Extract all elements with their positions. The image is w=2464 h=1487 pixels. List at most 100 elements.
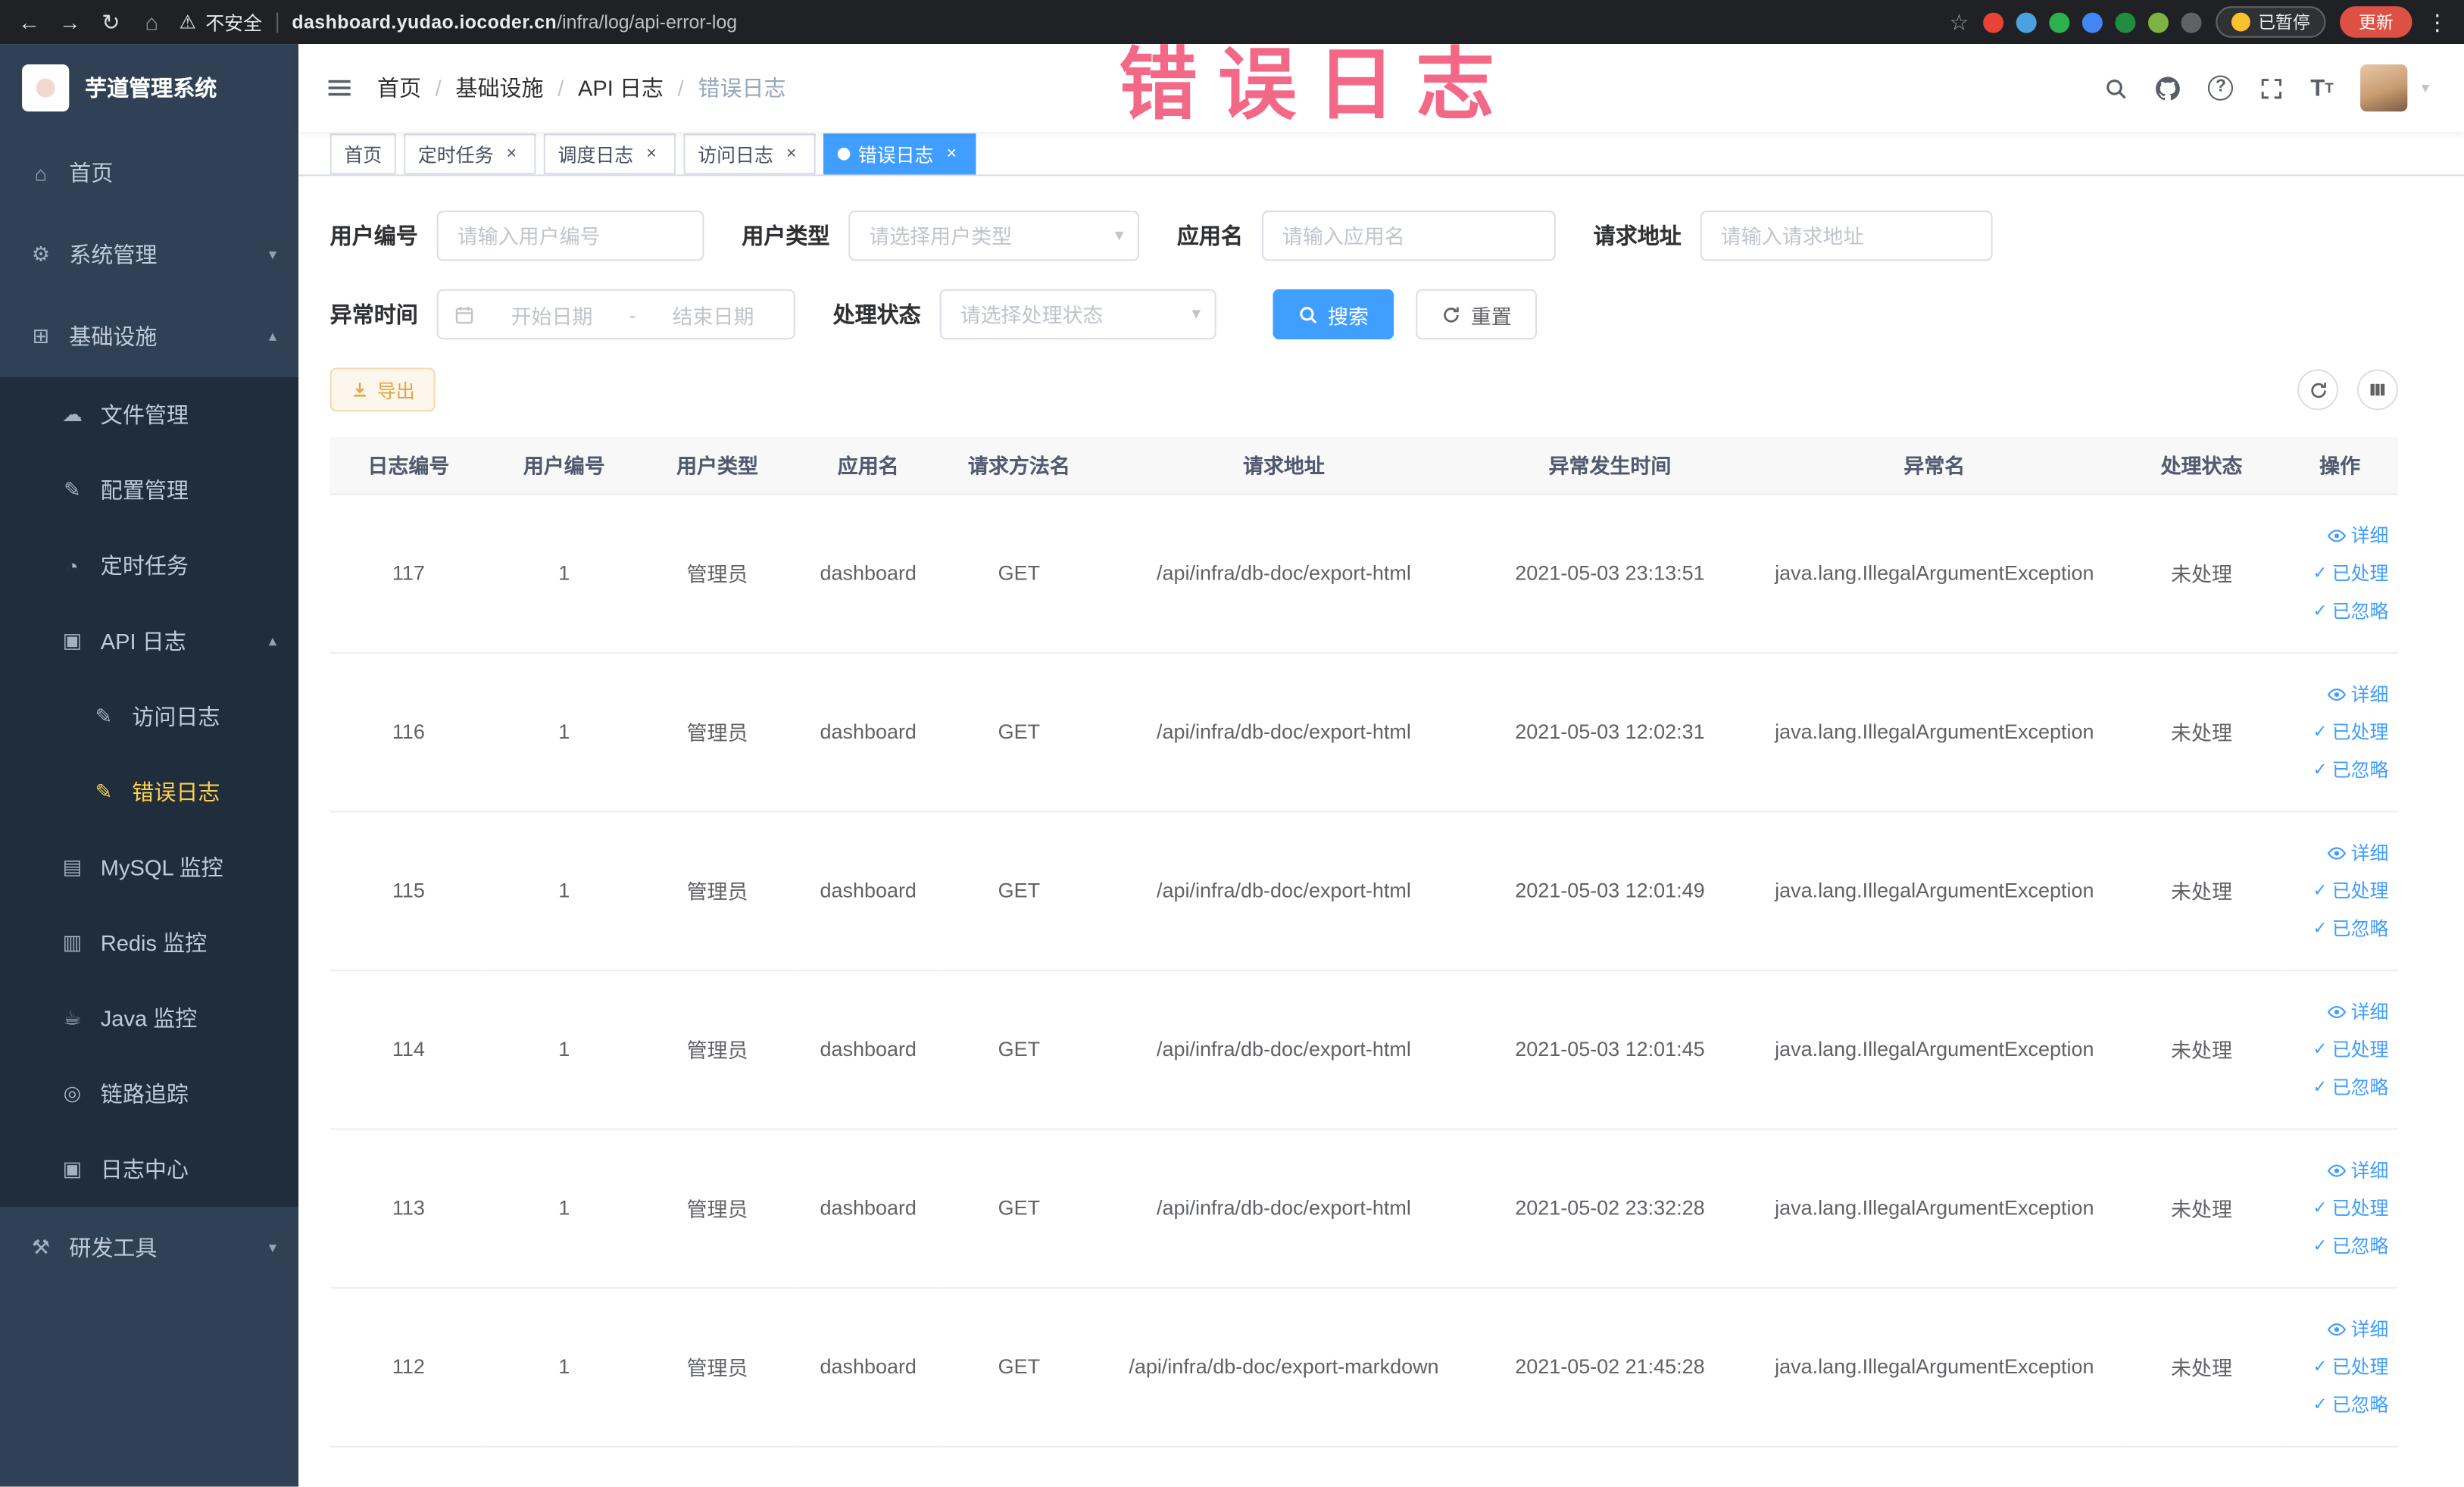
cell-method: GET: [942, 1287, 1096, 1447]
detail-link[interactable]: 详细: [2327, 1315, 2388, 1342]
breadcrumb-item[interactable]: 基础设施: [455, 72, 543, 103]
column-header: 用户类型: [641, 436, 794, 495]
check-icon: ✓: [2313, 1040, 2328, 1060]
tab-scheduled-jobs[interactable]: 定时任务 ×: [404, 133, 536, 175]
filter-app-name: 应用名: [1177, 210, 1556, 261]
calendar-icon: [454, 304, 475, 324]
browser-home-icon[interactable]: ⌂: [139, 9, 165, 34]
extension-icon[interactable]: [2049, 11, 2070, 33]
extension-icon[interactable]: [2181, 11, 2202, 33]
chip-divider: [276, 11, 278, 33]
browser-menu-icon[interactable]: ⋮: [2426, 8, 2448, 35]
hamburger-icon[interactable]: [327, 76, 352, 101]
sidebar-item-config-management[interactable]: ✎ 配置管理: [0, 452, 299, 529]
mark-processed-link[interactable]: ✓ 已处理: [2313, 1036, 2388, 1062]
extension-icon[interactable]: [2148, 11, 2169, 33]
extension-icon[interactable]: [2115, 11, 2136, 33]
tab-home[interactable]: 首页: [329, 133, 396, 175]
sidebar-item-home[interactable]: ⌂ 首页: [0, 132, 298, 214]
cell-log-id: 114: [329, 970, 488, 1129]
mark-processed-link[interactable]: ✓ 已处理: [2313, 718, 2388, 745]
tab-access-log[interactable]: 访问日志 ×: [683, 133, 816, 175]
mark-processed-link[interactable]: ✓ 已处理: [2313, 877, 2388, 904]
mark-processed-link[interactable]: ✓ 已处理: [2313, 1195, 2388, 1221]
cell-log-id: 112: [329, 1287, 488, 1447]
request-url-input[interactable]: [1700, 210, 1993, 261]
check-icon: ✓: [2313, 1395, 2328, 1415]
browser-back-icon[interactable]: ←: [16, 9, 42, 34]
extension-icon[interactable]: [2016, 11, 2037, 33]
sidebar-item-trace[interactable]: ◎ 链路追踪: [0, 1056, 299, 1132]
fullscreen-icon[interactable]: [2260, 77, 2284, 100]
cell-log-id: 117: [329, 493, 488, 654]
user-id-input[interactable]: [436, 210, 704, 261]
github-icon[interactable]: [2155, 75, 2181, 102]
sidebar-item-error-log[interactable]: ✎ 错误日志: [0, 754, 299, 830]
extension-icon[interactable]: [2081, 11, 2103, 33]
sidebar-item-infrastructure[interactable]: ⊞ 基础设施 ▴: [0, 295, 298, 377]
close-icon[interactable]: ×: [501, 144, 522, 164]
search-button[interactable]: 搜索: [1273, 289, 1394, 340]
browser-forward-icon[interactable]: →: [57, 9, 83, 34]
app-name-input[interactable]: [1261, 210, 1556, 261]
bookmark-star-icon[interactable]: ☆: [1949, 8, 1969, 35]
address-bar[interactable]: dashboard.yudao.iocoder.cn/infra/log/api…: [292, 11, 737, 33]
help-icon[interactable]: ?: [2208, 75, 2234, 101]
close-icon[interactable]: ×: [942, 144, 962, 164]
sidebar-item-label: 定时任务: [100, 553, 189, 579]
detail-link[interactable]: 详细: [2327, 839, 2388, 866]
close-icon[interactable]: ×: [642, 144, 662, 164]
reset-button[interactable]: 重置: [1416, 289, 1538, 340]
paused-extension-badge[interactable]: 已暂停: [2216, 6, 2326, 38]
export-button[interactable]: 导出: [329, 367, 436, 412]
breadcrumb-item[interactable]: API 日志: [578, 72, 664, 103]
detail-link[interactable]: 详细: [2327, 522, 2388, 548]
mark-ignored-link[interactable]: ✓ 已忽略: [2313, 597, 2388, 623]
sidebar-item-file-management[interactable]: ☁ 文件管理: [0, 376, 299, 453]
sidebar-item-access-log[interactable]: ✎ 访问日志: [0, 679, 299, 754]
chevron-down-icon: ▾: [268, 1239, 277, 1257]
detail-link[interactable]: 详细: [2327, 998, 2388, 1024]
security-chip[interactable]: ⚠ 不安全: [180, 8, 263, 35]
breadcrumb-item[interactable]: 首页: [377, 72, 421, 103]
detail-link[interactable]: 详细: [2327, 1157, 2388, 1183]
sidebar-item-scheduled-jobs[interactable]: ◔ 定时任务: [0, 528, 299, 604]
cell-user-id: 1: [487, 1128, 642, 1289]
cell-user-id: 1: [487, 493, 642, 654]
mark-ignored-link[interactable]: ✓ 已忽略: [2313, 1391, 2388, 1417]
avatar[interactable]: [2360, 64, 2408, 112]
cell-actions: 详细 ✓ 已处理 ✓ 已忽略: [2281, 493, 2398, 654]
extension-icon[interactable]: [1983, 11, 2004, 33]
sidebar-item-mysql-monitor[interactable]: ▤ MySQL 监控: [0, 829, 299, 905]
sidebar-item-dev-tools[interactable]: ⚒ 研发工具 ▾: [0, 1207, 298, 1289]
column-settings-button[interactable]: [2356, 369, 2398, 411]
detail-link[interactable]: 详细: [2327, 680, 2388, 707]
browser-reload-icon[interactable]: ↻: [98, 8, 124, 35]
refresh-button[interactable]: [2297, 369, 2339, 411]
mark-ignored-link[interactable]: ✓ 已忽略: [2313, 1073, 2388, 1100]
sidebar-item-system-management[interactable]: ⚙ 系统管理 ▾: [0, 214, 298, 295]
sidebar-item-log-center[interactable]: ▣ 日志中心: [0, 1131, 299, 1207]
browser-update-button[interactable]: 更新: [2340, 6, 2412, 38]
mark-ignored-link[interactable]: ✓ 已忽略: [2313, 1232, 2388, 1259]
tab-error-log[interactable]: 错误日志 ×: [823, 133, 976, 175]
url-host: dashboard.yudao.iocoder.cn: [292, 11, 557, 33]
user-type-select[interactable]: [848, 210, 1140, 261]
sidebar-item-java-monitor[interactable]: ☕ Java 监控: [0, 980, 299, 1057]
mark-processed-link[interactable]: ✓ 已处理: [2313, 560, 2388, 586]
search-icon[interactable]: [2105, 77, 2128, 100]
tab-schedule-log[interactable]: 调度日志 ×: [543, 133, 676, 175]
sidebar-item-redis-monitor[interactable]: ▥ Redis 监控: [0, 904, 299, 981]
process-status-select[interactable]: [939, 289, 1216, 340]
sidebar-item-api-logs[interactable]: ▣ API 日志 ▴: [0, 603, 299, 679]
font-size-icon[interactable]: TT: [2310, 77, 2333, 100]
mark-ignored-link[interactable]: ✓ 已忽略: [2313, 756, 2388, 783]
toolbox-icon: ⚒: [31, 1235, 51, 1259]
filter-label: 处理状态: [832, 301, 921, 327]
coffee-icon: ☕: [63, 1005, 82, 1029]
mark-processed-link[interactable]: ✓ 已处理: [2313, 1353, 2388, 1379]
mark-ignored-link[interactable]: ✓ 已忽略: [2313, 914, 2388, 941]
close-icon[interactable]: ×: [781, 144, 801, 164]
date-range-picker[interactable]: 开始日期 - 结束日期: [436, 289, 795, 340]
avatar-caret-icon[interactable]: ▾: [2422, 80, 2429, 97]
